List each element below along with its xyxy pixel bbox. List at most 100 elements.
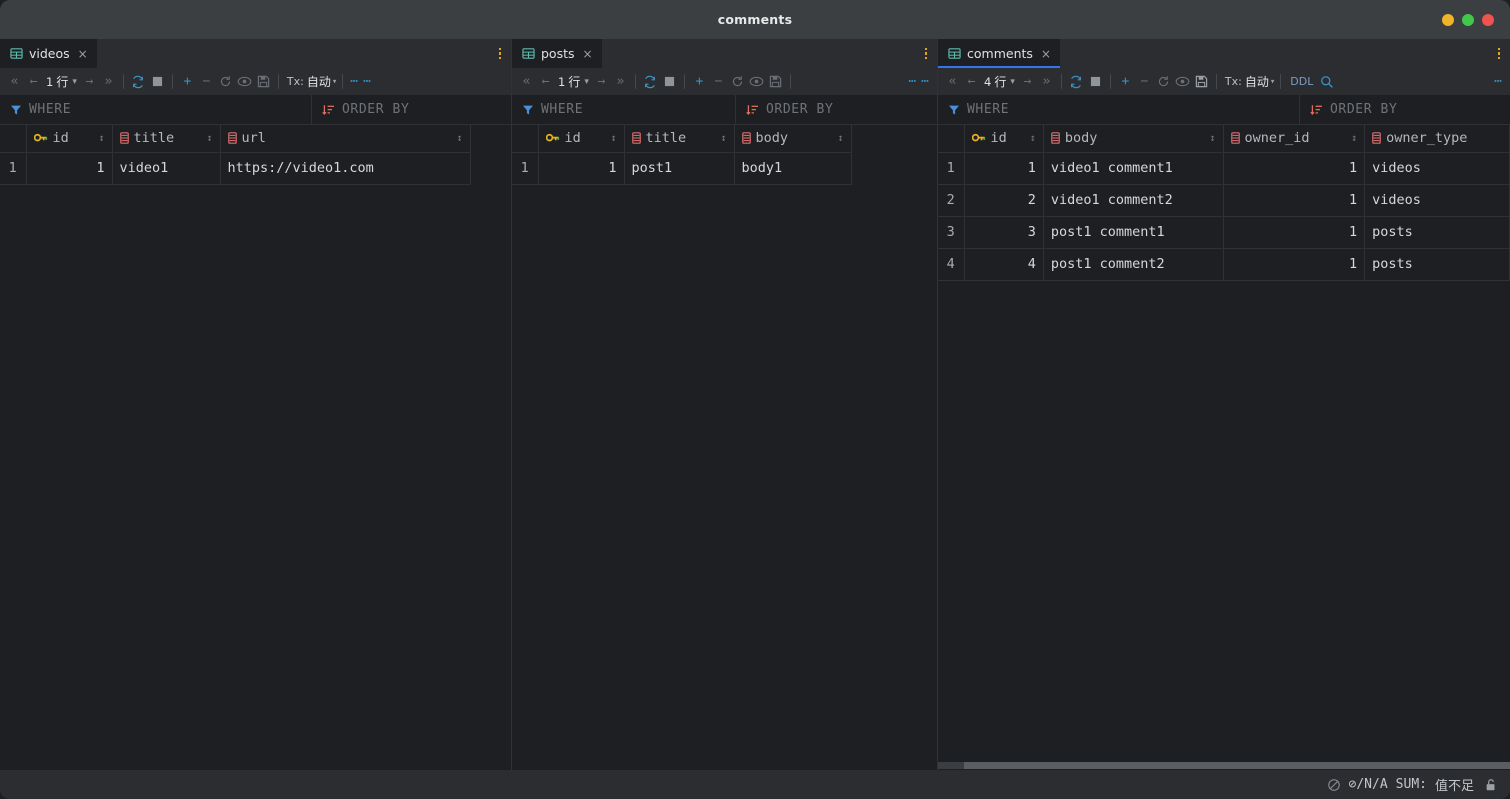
where-field[interactable]: WHERE — [0, 95, 312, 124]
refresh-icon[interactable] — [641, 71, 660, 93]
sort-indicator-icon[interactable]: ↕ — [1030, 133, 1036, 144]
next-page-button[interactable]: → — [1018, 71, 1037, 93]
next-page-button[interactable]: → — [592, 71, 611, 93]
last-page-button[interactable]: » — [611, 71, 630, 93]
more-options-button[interactable]: ⋯ — [348, 74, 361, 89]
cell-body[interactable]: video1 comment1 — [1043, 152, 1224, 185]
cell-body[interactable]: post1 comment2 — [1043, 248, 1224, 281]
add-row-button[interactable]: + — [690, 71, 709, 93]
save-icon[interactable] — [254, 71, 273, 93]
more-options-button[interactable]: ⋯ — [906, 74, 919, 89]
column-header-body[interactable]: body ↕ — [1043, 125, 1224, 153]
table-row[interactable]: 1 1 video1 comment1 1 videos — [938, 152, 1510, 185]
cell-body[interactable]: post1 comment1 — [1043, 216, 1224, 249]
column-header-title[interactable]: title ↕ — [624, 125, 735, 153]
cell-id[interactable]: 1 — [964, 152, 1044, 185]
first-page-button[interactable]: « — [517, 71, 536, 93]
row-count-selector[interactable]: 1 行 ▾ — [555, 73, 592, 90]
first-page-button[interactable]: « — [943, 71, 962, 93]
grid-comments[interactable]: id ↕ body ↕ owner_id ↕ owner_type 1 1 vi… — [938, 125, 1510, 770]
sort-indicator-icon[interactable]: ↕ — [1209, 133, 1215, 144]
unlock-icon[interactable] — [1484, 778, 1498, 792]
cell-title[interactable]: post1 — [624, 152, 735, 185]
horizontal-scrollbar[interactable] — [938, 761, 1510, 770]
cell-id[interactable]: 3 — [964, 216, 1044, 249]
tx-mode-value[interactable]: 自动 — [304, 73, 331, 90]
cell-owner-type[interactable]: posts — [1364, 216, 1510, 249]
last-page-button[interactable]: » — [99, 71, 118, 93]
cell-body[interactable]: video1 comment2 — [1043, 184, 1224, 217]
tab-close-icon[interactable]: × — [583, 47, 593, 61]
column-header-owner-id[interactable]: owner_id ↕ — [1223, 125, 1366, 153]
cell-owner-id[interactable]: 1 — [1223, 152, 1366, 185]
where-field[interactable]: WHERE — [512, 95, 736, 124]
table-row[interactable]: 3 3 post1 comment1 1 posts — [938, 216, 1510, 249]
where-field[interactable]: WHERE — [938, 95, 1300, 124]
row-count-selector[interactable]: 4 行 ▾ — [981, 73, 1018, 90]
order-by-field[interactable]: ORDER BY — [1300, 95, 1510, 124]
panel-options-kebab-comments[interactable] — [1488, 39, 1510, 68]
prev-page-button[interactable]: ← — [536, 71, 555, 93]
cell-id[interactable]: 4 — [964, 248, 1044, 281]
ddl-button[interactable]: DDL — [1286, 75, 1317, 88]
cell-body[interactable]: body1 — [734, 152, 852, 185]
eye-icon[interactable] — [747, 71, 766, 93]
sort-indicator-icon[interactable]: ↕ — [837, 133, 843, 144]
tab-close-icon[interactable]: × — [78, 47, 88, 61]
cell-owner-id[interactable]: 1 — [1223, 248, 1366, 281]
revert-icon[interactable] — [216, 71, 235, 93]
table-row[interactable]: 2 2 video1 comment2 1 videos — [938, 184, 1510, 217]
minimize-button[interactable] — [1442, 13, 1454, 26]
panel-options-kebab-videos[interactable] — [489, 39, 511, 68]
grid-videos[interactable]: id ↕ title ↕ url ↕ 1 1 video1 https://vi… — [0, 125, 511, 770]
column-header-id[interactable]: id ↕ — [964, 125, 1044, 153]
table-row[interactable]: 1 1 post1 body1 — [512, 152, 852, 185]
column-header-title[interactable]: title ↕ — [112, 125, 221, 153]
eye-icon[interactable] — [235, 71, 254, 93]
add-row-button[interactable]: + — [178, 71, 197, 93]
column-header-owner-type[interactable]: owner_type — [1364, 125, 1510, 153]
column-header-url[interactable]: url ↕ — [220, 125, 471, 153]
eye-icon[interactable] — [1173, 71, 1192, 93]
cell-id[interactable]: 1 — [26, 152, 113, 185]
table-row[interactable]: 4 4 post1 comment2 1 posts — [938, 248, 1510, 281]
refresh-icon[interactable] — [129, 71, 148, 93]
save-icon[interactable] — [766, 71, 785, 93]
prev-page-button[interactable]: ← — [24, 71, 43, 93]
delete-row-button[interactable]: − — [1135, 71, 1154, 93]
overflow-button[interactable]: ⋯ — [919, 74, 932, 89]
tab-posts[interactable]: posts × — [512, 39, 602, 68]
last-page-button[interactable]: » — [1037, 71, 1056, 93]
column-header-id[interactable]: id ↕ — [26, 125, 113, 153]
zoom-button[interactable] — [1462, 13, 1474, 26]
prev-page-button[interactable]: ← — [962, 71, 981, 93]
sort-indicator-icon[interactable]: ↕ — [98, 133, 104, 144]
revert-icon[interactable] — [1154, 71, 1173, 93]
cell-url[interactable]: https://video1.com — [220, 152, 471, 185]
next-page-button[interactable]: → — [80, 71, 99, 93]
table-row[interactable]: 1 1 video1 https://video1.com — [0, 152, 471, 185]
cell-title[interactable]: video1 — [112, 152, 221, 185]
overflow-button[interactable]: ⋯ — [361, 74, 374, 89]
tab-videos[interactable]: videos × — [0, 39, 97, 68]
save-icon[interactable] — [1192, 71, 1211, 93]
cell-owner-id[interactable]: 1 — [1223, 184, 1366, 217]
add-row-button[interactable]: + — [1116, 71, 1135, 93]
stop-icon[interactable] — [660, 71, 679, 93]
column-header-id[interactable]: id ↕ — [538, 125, 625, 153]
search-icon[interactable] — [1317, 71, 1336, 93]
order-by-field[interactable]: ORDER BY — [736, 95, 937, 124]
cell-owner-id[interactable]: 1 — [1223, 216, 1366, 249]
stop-icon[interactable] — [1086, 71, 1105, 93]
more-options-button[interactable]: ⋯ — [1492, 74, 1505, 89]
sort-indicator-icon[interactable]: ↕ — [456, 133, 462, 144]
tab-close-icon[interactable]: × — [1041, 47, 1051, 61]
sort-indicator-icon[interactable]: ↕ — [206, 133, 212, 144]
sort-indicator-icon[interactable]: ↕ — [610, 133, 616, 144]
panel-options-kebab-posts[interactable] — [915, 39, 937, 68]
cell-owner-type[interactable]: videos — [1364, 184, 1510, 217]
delete-row-button[interactable]: − — [709, 71, 728, 93]
tab-comments[interactable]: comments × — [938, 39, 1060, 68]
row-count-selector[interactable]: 1 行 ▾ — [43, 73, 80, 90]
delete-row-button[interactable]: − — [197, 71, 216, 93]
